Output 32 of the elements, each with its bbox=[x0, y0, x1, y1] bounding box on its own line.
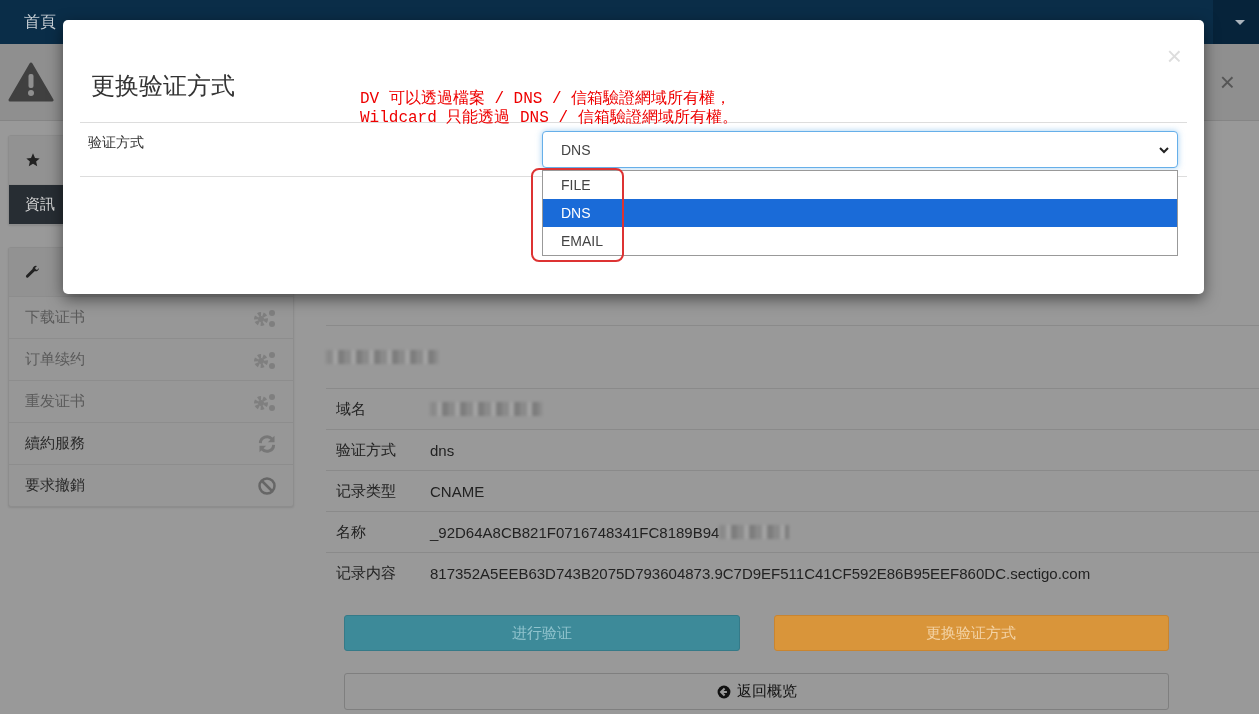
gears-icon bbox=[253, 307, 277, 328]
gears-icon bbox=[253, 349, 277, 370]
row-label: 名称 bbox=[335, 522, 367, 542]
row-value: _92D64A8CB821F0716748341FC8189B94 bbox=[430, 523, 720, 541]
arrow-circle-left-icon bbox=[716, 684, 731, 699]
nav-link[interactable]: 首頁 bbox=[8, 0, 84, 44]
row-label: 记录内容 bbox=[335, 563, 397, 583]
annotation-text: Wildcard 只能透過 DNS / 信箱驗證網域所有權。 bbox=[360, 109, 738, 128]
refresh-icon bbox=[257, 433, 277, 454]
sidebar-item[interactable]: 要求撤銷 bbox=[9, 464, 293, 506]
dropdown-option[interactable]: DNS bbox=[543, 199, 1177, 227]
field-label: 验证方式 bbox=[87, 133, 145, 152]
annotation-text: DV 可以透過檔案 / DNS / 信箱驗證網域所有權， bbox=[360, 90, 733, 109]
star-icon bbox=[25, 152, 41, 168]
back-button[interactable]: 返回概览 bbox=[344, 673, 1169, 710]
row-label: 域名 bbox=[335, 399, 367, 419]
row-value: CNAME bbox=[430, 482, 485, 500]
ban-icon bbox=[257, 475, 277, 496]
redacted-text bbox=[719, 525, 790, 539]
row-value: 817352A5EEB63D743B2075D793604873.9C7D9EF511C41CF592E86B95EEF860DC.sectigo.com bbox=[430, 564, 1091, 582]
chevron-down-icon bbox=[1159, 145, 1169, 154]
warning-icon bbox=[8, 62, 54, 102]
user-menu[interactable] bbox=[1213, 0, 1259, 44]
gears-icon bbox=[253, 391, 277, 412]
row-label: 验证方式 bbox=[335, 440, 397, 460]
sidebar-item[interactable]: 續約服務 bbox=[9, 422, 293, 464]
method-select[interactable]: DNS bbox=[542, 131, 1178, 168]
modal-title: 更换验证方式 bbox=[91, 72, 235, 99]
wrench-icon bbox=[25, 264, 41, 280]
row-value: dns bbox=[430, 441, 455, 459]
row-label: 记录类型 bbox=[335, 481, 397, 501]
caret-icon bbox=[1235, 19, 1245, 25]
